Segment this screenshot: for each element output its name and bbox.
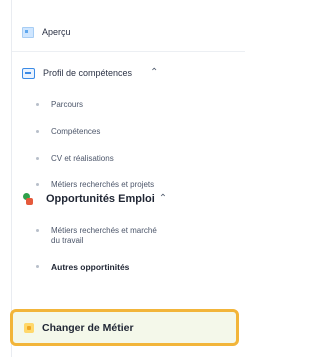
bullet-icon xyxy=(36,157,39,160)
sidebar: Aperçu Profil de compétences ⌃ Parcours … xyxy=(0,0,245,357)
bullet-icon xyxy=(36,130,39,133)
dashboard-icon xyxy=(22,26,34,38)
sidebar-subitem-label: Métiers recherchés et marché du travail xyxy=(51,226,157,246)
sidebar-subitem-parcours[interactable]: Parcours xyxy=(36,100,83,110)
bullet-icon xyxy=(36,229,39,232)
sidebar-subitem-label: Compétences xyxy=(51,127,101,136)
puzzle-icon xyxy=(22,193,34,205)
sidebar-item-label: Changer de Métier xyxy=(42,321,134,334)
sidebar-item-opportunites[interactable]: Opportunités Emploi ⌃ xyxy=(22,189,167,209)
profile-card-icon xyxy=(22,67,35,79)
sidebar-subitem-label: Autres opportinités xyxy=(51,262,130,272)
chevron-up-icon[interactable]: ⌃ xyxy=(150,68,158,78)
sidebar-subitem-label: CV et réalisations xyxy=(51,154,114,163)
sidebar-item-label: Profil de compétences xyxy=(43,68,133,78)
sidebar-item-label: Aperçu xyxy=(42,27,71,37)
bullet-icon xyxy=(36,265,39,268)
sidebar-item-profil[interactable]: Profil de compétences ⌃ xyxy=(22,64,158,82)
sidebar-subitem-label-line: Métiers recherchés et marché xyxy=(51,226,157,235)
sidebar-item-apercu[interactable]: Aperçu xyxy=(22,23,71,41)
sidebar-subitem-metiers-marche[interactable]: Métiers recherchés et marché du travail xyxy=(36,226,157,246)
sidebar-subitem-autres[interactable]: Autres opportinités xyxy=(36,262,129,272)
bullet-icon xyxy=(36,103,39,106)
bullet-icon xyxy=(36,183,39,186)
sidebar-subitem-label-line: du travail xyxy=(51,236,84,245)
section-separator xyxy=(12,51,245,52)
chevron-up-icon[interactable]: ⌃ xyxy=(159,194,167,204)
sidebar-subitem-cv[interactable]: CV et réalisations xyxy=(36,154,114,164)
sidebar-subitem-label: Parcours xyxy=(51,100,84,109)
swap-icon xyxy=(24,322,34,333)
sidebar-subitem-competences[interactable]: Compétences xyxy=(36,127,100,137)
sidebar-item-label: Opportunités Emploi xyxy=(46,193,155,205)
sidebar-item-changer-metier[interactable]: Changer de Métier xyxy=(10,309,239,346)
sidebar-divider xyxy=(11,0,12,357)
